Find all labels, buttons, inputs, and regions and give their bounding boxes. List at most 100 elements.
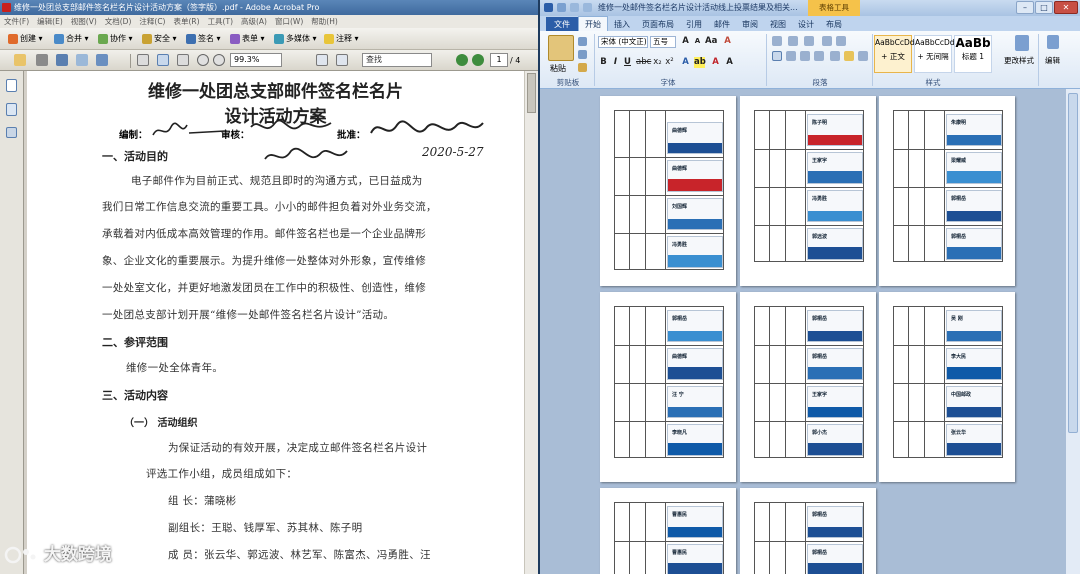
fit-page-icon[interactable] <box>316 54 328 66</box>
undo-icon[interactable] <box>570 3 579 12</box>
menu-file[interactable]: 文件(F) <box>4 17 29 26</box>
collaborate-button[interactable]: 协作 ▾ <box>98 32 133 46</box>
pdf-scroll-thumb[interactable] <box>527 73 536 113</box>
multilevel-list-icon[interactable] <box>804 36 814 46</box>
word-scroll-thumb[interactable] <box>1068 93 1078 433</box>
tab-mailings[interactable]: 邮件 <box>708 17 736 32</box>
create-button[interactable]: 创建 ▾ <box>8 32 43 46</box>
forms-button[interactable]: 表单 ▾ <box>230 32 265 46</box>
document-page-thumbnail[interactable]: 陈子明 王家宇 冯勇胜 郭远波 <box>740 96 876 286</box>
secure-button[interactable]: 安全 ▾ <box>142 32 177 46</box>
font-name-select[interactable]: 宋体 (中文正) <box>598 36 648 48</box>
previous-page-icon[interactable] <box>456 54 468 66</box>
email-icon[interactable] <box>76 54 88 66</box>
line-spacing-icon[interactable] <box>830 51 840 61</box>
highlight-icon[interactable]: ab <box>694 57 706 68</box>
bullets-icon[interactable] <box>772 36 782 46</box>
menu-comments[interactable]: 注释(C) <box>139 17 165 26</box>
paste-icon[interactable] <box>548 35 574 61</box>
menu-tools[interactable]: 工具(T) <box>208 17 233 26</box>
menu-advanced[interactable]: 高级(A) <box>241 17 267 26</box>
menu-view[interactable]: 视图(V) <box>71 17 97 26</box>
fit-width-icon[interactable] <box>336 54 348 66</box>
document-page-thumbnail[interactable]: 郭桐岳 郭桐岳 王家宇 郭小杰 <box>740 292 876 482</box>
document-page-thumbnail[interactable]: 吴 刚李大民 中国邮政 张云华 <box>879 292 1015 482</box>
superscript-button[interactable]: x² <box>664 57 675 68</box>
format-painter-icon[interactable] <box>578 63 587 72</box>
shrink-font-icon[interactable]: A <box>692 36 703 47</box>
borders-icon[interactable] <box>858 51 868 61</box>
document-page-thumbnail[interactable]: 郭桐岳 曲德辉汪 宁李晓凡 <box>600 292 736 482</box>
page-thumbnails-icon[interactable] <box>6 79 17 92</box>
redo-icon[interactable] <box>583 3 592 12</box>
document-page-thumbnail[interactable]: 曹惠民 曹惠民 <box>600 488 736 574</box>
quick-save-icon[interactable] <box>557 3 566 12</box>
tab-references[interactable]: 引用 <box>680 17 708 32</box>
menu-document[interactable]: 文档(D) <box>105 17 132 26</box>
document-page-thumbnail[interactable]: 曲德辉 曲德辉 刘国辉 冯勇胜 <box>600 96 736 286</box>
font-size-select[interactable]: 五号 <box>650 36 676 48</box>
text-effects-icon[interactable]: A <box>680 57 691 68</box>
multimedia-button[interactable]: 多媒体 ▾ <box>274 32 317 46</box>
strikethrough-button[interactable]: abc <box>636 57 651 68</box>
underline-button[interactable]: U <box>622 57 633 68</box>
tab-view[interactable]: 视图 <box>764 17 792 32</box>
change-case-icon[interactable]: Aa <box>705 36 717 47</box>
grow-font-icon[interactable]: A <box>680 36 691 47</box>
style-heading-1[interactable]: AaBb 标题 1 <box>954 35 992 73</box>
decrease-indent-icon[interactable] <box>822 36 832 46</box>
clear-format-icon[interactable]: A <box>722 36 733 47</box>
shading-icon[interactable] <box>844 51 854 61</box>
tab-review[interactable]: 审阅 <box>736 17 764 32</box>
editing-button[interactable]: 编辑 <box>1042 35 1064 75</box>
zoom-out-icon[interactable] <box>197 54 209 66</box>
menu-help[interactable]: 帮助(H) <box>311 17 338 26</box>
align-left-icon[interactable] <box>772 51 782 61</box>
maximize-button[interactable]: □ <box>1035 1 1053 14</box>
minimize-button[interactable]: – <box>1016 1 1034 14</box>
copy-icon[interactable] <box>578 50 587 59</box>
hand-tool-icon[interactable] <box>157 54 169 66</box>
style-no-spacing[interactable]: AaBbCcDd + 无间隔 <box>914 35 955 73</box>
char-shading-icon[interactable]: A <box>724 57 735 68</box>
bold-button[interactable]: B <box>598 57 609 68</box>
tab-file[interactable]: 文件 <box>546 17 578 32</box>
word-vertical-scrollbar[interactable] <box>1065 89 1080 574</box>
zoom-tool-icon[interactable] <box>177 54 189 66</box>
cloud-icon[interactable] <box>96 54 108 66</box>
tab-layout[interactable]: 布局 <box>820 17 848 32</box>
close-button[interactable]: ✕ <box>1054 1 1078 14</box>
document-page-thumbnail[interactable]: 朱康明 梁耀威 郭桐岳 郭桐岳 <box>879 96 1015 286</box>
next-page-icon[interactable] <box>472 54 484 66</box>
combine-button[interactable]: 合并 ▾ <box>54 32 89 46</box>
justify-icon[interactable] <box>814 51 824 61</box>
page-number-field[interactable]: 1 <box>490 53 508 67</box>
print-icon[interactable] <box>36 54 48 66</box>
zoom-in-icon[interactable] <box>213 54 225 66</box>
font-color-icon[interactable]: A <box>710 57 721 68</box>
menu-window[interactable]: 窗口(W) <box>275 17 303 26</box>
tab-home[interactable]: 开始 <box>578 16 608 32</box>
subscript-button[interactable]: x₂ <box>652 57 663 68</box>
select-text-icon[interactable] <box>137 54 149 66</box>
find-input[interactable]: 查找 <box>362 53 432 67</box>
zoom-level-field[interactable]: 99.3% <box>230 53 282 67</box>
tab-page-layout[interactable]: 页面布局 <box>636 17 680 32</box>
bookmarks-icon[interactable] <box>6 103 17 116</box>
cut-icon[interactable] <box>578 37 587 46</box>
tab-design[interactable]: 设计 <box>792 17 820 32</box>
tab-insert[interactable]: 插入 <box>608 17 636 32</box>
numbering-icon[interactable] <box>788 36 798 46</box>
increase-indent-icon[interactable] <box>836 36 846 46</box>
open-folder-icon[interactable] <box>14 54 26 66</box>
document-page-thumbnail[interactable]: 郭桐岳 郭桐岳 <box>740 488 876 574</box>
align-center-icon[interactable] <box>786 51 796 61</box>
italic-button[interactable]: I <box>610 57 621 68</box>
signatures-icon[interactable] <box>6 127 17 138</box>
menu-edit[interactable]: 编辑(E) <box>37 17 63 26</box>
style-normal[interactable]: AaBbCcDd + 正文 <box>874 35 915 73</box>
align-right-icon[interactable] <box>800 51 810 61</box>
comment-button[interactable]: 注释 ▾ <box>324 32 359 46</box>
pdf-vertical-scrollbar[interactable] <box>524 71 538 574</box>
save-icon[interactable] <box>56 54 68 66</box>
